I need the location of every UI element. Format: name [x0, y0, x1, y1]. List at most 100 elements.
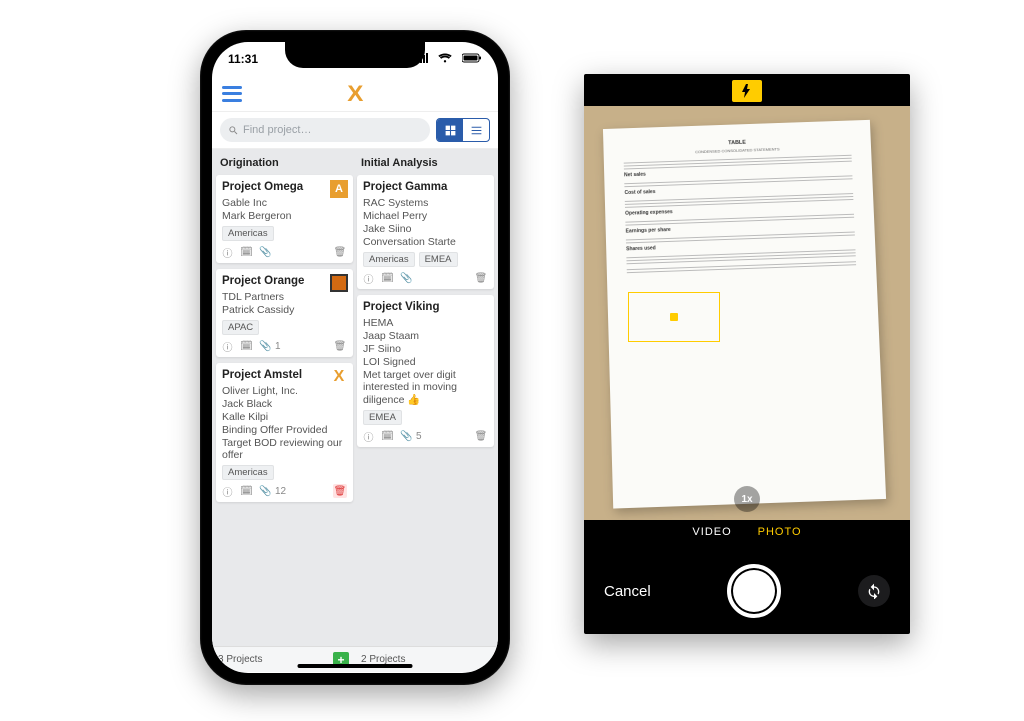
calendar-icon[interactable]: 🗓 — [241, 486, 252, 497]
info-icon[interactable]: ⓘ — [222, 341, 233, 352]
cancel-button[interactable]: Cancel — [604, 583, 651, 600]
card-footer: ⓘ 🗓 📎 🗑 — [363, 271, 488, 285]
home-indicator[interactable] — [298, 664, 413, 668]
project-line: Mark Bergeron — [222, 210, 347, 222]
delete-button[interactable]: 🗑 — [333, 339, 347, 353]
tag[interactable]: APAC — [222, 320, 259, 335]
attachment-icon[interactable]: 📎 — [260, 486, 271, 497]
top-nav: X — [212, 76, 498, 112]
delete-button[interactable]: 🗑 — [333, 484, 347, 498]
project-title: Project Orange — [222, 275, 347, 287]
view-list-button[interactable] — [463, 119, 489, 141]
project-line: Michael Perry — [363, 210, 488, 222]
flip-camera-button[interactable] — [858, 575, 890, 607]
view-board-button[interactable] — [437, 119, 463, 141]
tag[interactable]: EMEA — [363, 410, 402, 425]
tag[interactable]: Americas — [222, 465, 274, 480]
flash-icon — [742, 84, 752, 98]
calendar-icon[interactable]: 🗓 — [382, 273, 393, 284]
project-title: Project Omega — [222, 181, 347, 193]
phone-mockup-camera: TABLE CONDENSED CONSOLIDATED STATEMENTS … — [584, 74, 910, 634]
project-title: Project Amstel — [222, 369, 347, 381]
project-card[interactable]: Project Gamma RAC Systems Michael Perry … — [357, 175, 494, 289]
camera-viewfinder[interactable]: TABLE CONDENSED CONSOLIDATED STATEMENTS … — [584, 106, 910, 520]
device-notch — [285, 42, 425, 68]
project-card[interactable]: Project Viking HEMA Jaap Staam JF Siino … — [357, 295, 494, 447]
project-card[interactable]: X Project Amstel Oliver Light, Inc. Jack… — [216, 363, 353, 502]
attachment-icon[interactable]: 📎 — [260, 341, 271, 352]
project-line: Patrick Cassidy — [222, 304, 347, 316]
attachment-count: 1 — [275, 341, 281, 352]
calendar-icon[interactable]: 🗓 — [241, 341, 252, 352]
board-icon — [444, 124, 457, 137]
tag[interactable]: Americas — [363, 252, 415, 267]
search-row: Find project… — [212, 112, 498, 149]
project-line: HEMA — [363, 317, 488, 329]
mode-photo[interactable]: PHOTO — [758, 526, 802, 538]
project-line: Kalle Kilpi — [222, 411, 347, 423]
project-tags: Americas EMEA — [363, 252, 488, 267]
project-line: RAC Systems — [363, 197, 488, 209]
app-screen: 11:31 X Find project… — [212, 42, 498, 673]
project-tags: Americas — [222, 226, 347, 241]
project-badge — [330, 274, 348, 292]
project-line: JF Siino — [363, 343, 488, 355]
mode-video[interactable]: VIDEO — [692, 526, 731, 538]
attachment-icon[interactable]: 📎 — [401, 431, 412, 442]
phone-mockup-app: 11:31 X Find project… — [200, 30, 510, 685]
view-toggle — [436, 118, 490, 142]
project-tags: EMEA — [363, 410, 488, 425]
delete-button[interactable]: 🗑 — [333, 245, 347, 259]
project-title: Project Viking — [363, 301, 488, 313]
calendar-icon[interactable]: 🗓 — [382, 431, 393, 442]
search-placeholder: Find project… — [243, 124, 311, 136]
info-icon[interactable]: ⓘ — [222, 247, 233, 258]
project-line: Gable Inc — [222, 197, 347, 209]
attachment-icon[interactable]: 📎 — [401, 273, 412, 284]
status-time: 11:31 — [228, 52, 258, 66]
project-line: Target BOD reviewing our offer — [222, 437, 347, 461]
search-input[interactable]: Find project… — [220, 118, 430, 142]
project-title: Project Gamma — [363, 181, 488, 193]
list-icon — [470, 124, 483, 137]
kanban-board[interactable]: Origination A Project Omega Gable Inc Ma… — [212, 149, 498, 646]
project-tags: Americas — [222, 465, 347, 480]
camera-controls: Cancel — [584, 564, 910, 618]
project-line: TDL Partners — [222, 291, 347, 303]
project-card[interactable]: A Project Omega Gable Inc Mark Bergeron … — [216, 175, 353, 263]
menu-button[interactable] — [222, 86, 242, 102]
card-footer: ⓘ 🗓 📎 5 🗑 — [363, 429, 488, 443]
search-icon — [228, 125, 239, 136]
attachment-icon[interactable]: 📎 — [260, 247, 271, 258]
column-footer: 3 Projects + — [212, 647, 355, 672]
info-icon[interactable]: ⓘ — [363, 431, 374, 442]
info-icon[interactable]: ⓘ — [363, 273, 374, 284]
attachment-count: 12 — [275, 486, 286, 497]
column-header: Origination — [216, 153, 353, 175]
column-header: Initial Analysis — [357, 153, 494, 175]
card-footer: ⓘ 🗓 📎 12 🗑 — [222, 484, 347, 498]
tag[interactable]: EMEA — [419, 252, 458, 267]
wifi-icon — [438, 53, 452, 63]
project-badge: X — [330, 368, 348, 386]
shutter-button[interactable] — [727, 564, 781, 618]
delete-button[interactable]: 🗑 — [474, 429, 488, 443]
zoom-button[interactable]: 1x — [734, 486, 760, 512]
bottom-bar: 3 Projects + 2 Projects — [212, 646, 498, 672]
kanban-column-initial-analysis: Initial Analysis Project Gamma RAC Syste… — [355, 149, 498, 646]
project-badge: A — [330, 180, 348, 198]
delete-button[interactable]: 🗑 — [474, 271, 488, 285]
project-line: Jack Black — [222, 398, 347, 410]
project-line: Jake Siino — [363, 223, 488, 235]
kanban-column-origination: Origination A Project Omega Gable Inc Ma… — [212, 149, 355, 646]
attachment-count: 5 — [416, 431, 422, 442]
project-line: LOI Signed — [363, 356, 488, 368]
flash-button[interactable] — [732, 80, 762, 102]
tag[interactable]: Americas — [222, 226, 274, 241]
card-footer: ⓘ 🗓 📎 1 🗑 — [222, 339, 347, 353]
info-icon[interactable]: ⓘ — [222, 486, 233, 497]
camera-mode-bar: VIDEO PHOTO — [584, 526, 910, 538]
calendar-icon[interactable]: 🗓 — [241, 247, 252, 258]
project-card[interactable]: Project Orange TDL Partners Patrick Cass… — [216, 269, 353, 357]
brand-logo: X — [347, 81, 363, 107]
